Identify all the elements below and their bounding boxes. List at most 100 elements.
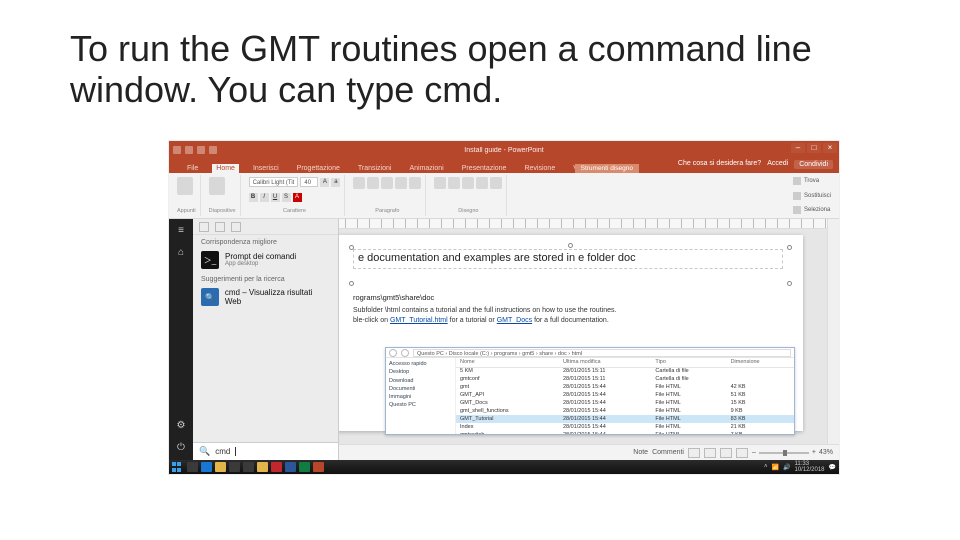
system-tray[interactable]: ˄ 📶 🔊 11:33 10/12/2018 💬 bbox=[764, 461, 836, 473]
contextual-tab-drawing-tools[interactable]: Strumenti disegno bbox=[575, 164, 639, 173]
share-button[interactable]: Condividi bbox=[794, 160, 833, 169]
ribbon-paragraph[interactable]: Paragrafo bbox=[349, 175, 426, 216]
resize-handle[interactable] bbox=[349, 281, 354, 286]
resize-handle[interactable] bbox=[787, 281, 792, 286]
tab-animations[interactable]: Animazioni bbox=[405, 164, 447, 173]
align-right-icon[interactable] bbox=[409, 177, 421, 189]
rotate-handle[interactable] bbox=[568, 243, 573, 248]
power-icon[interactable]: ⏻ bbox=[175, 442, 187, 454]
slideshow-view-icon[interactable] bbox=[736, 448, 748, 458]
notes-button[interactable]: Note bbox=[633, 449, 648, 456]
tab-transitions[interactable]: Transizioni bbox=[354, 164, 396, 173]
file-explorer-icon[interactable] bbox=[215, 462, 226, 472]
forward-button[interactable] bbox=[401, 349, 409, 357]
bold-icon[interactable]: B bbox=[249, 193, 258, 202]
start-search-box[interactable]: 🔍 cmd bbox=[193, 442, 338, 460]
window-controls[interactable]: – □ × bbox=[791, 143, 837, 153]
tab-file[interactable]: File bbox=[183, 164, 202, 173]
tell-me[interactable]: Che cosa si desidera fare? bbox=[678, 160, 761, 169]
home-icon[interactable]: ⌂ bbox=[175, 247, 187, 259]
edge-icon[interactable] bbox=[201, 462, 212, 472]
normal-view-icon[interactable] bbox=[688, 448, 700, 458]
back-button[interactable] bbox=[389, 349, 397, 357]
inner-slide-title-textbox[interactable]: e documentation and examples are stored … bbox=[353, 249, 783, 269]
align-left-icon[interactable] bbox=[381, 177, 393, 189]
search-filters[interactable] bbox=[193, 219, 338, 235]
volume-icon[interactable]: 🔊 bbox=[783, 464, 790, 471]
shapes-icon[interactable] bbox=[434, 177, 446, 189]
sorter-view-icon[interactable] bbox=[704, 448, 716, 458]
ribbon-tabs[interactable]: File Home Inserisci Progettazione Transi… bbox=[169, 159, 839, 173]
table-row[interactable]: gmt_shell_functions28/01/2015 15:44File … bbox=[456, 407, 794, 415]
bullets-icon[interactable] bbox=[353, 177, 365, 189]
ribbon-drawing[interactable]: Disegno bbox=[430, 175, 507, 216]
result-cmd-app[interactable]: ＞_ Prompt dei comandi App desktop bbox=[193, 248, 338, 272]
nav-item[interactable]: Questo PC bbox=[389, 401, 452, 409]
strike-icon[interactable]: S bbox=[282, 193, 291, 202]
tab-slideshow[interactable]: Presentazione bbox=[458, 164, 511, 173]
filter-apps-icon[interactable] bbox=[199, 222, 209, 232]
taskview-icon[interactable] bbox=[187, 462, 198, 472]
arrange-icon[interactable] bbox=[448, 177, 460, 189]
nav-item[interactable]: Accesso rapido bbox=[389, 360, 452, 368]
resize-handle[interactable] bbox=[787, 245, 792, 250]
reading-view-icon[interactable] bbox=[720, 448, 732, 458]
explorer-running-icon[interactable] bbox=[257, 462, 268, 472]
nav-item[interactable]: Immagini bbox=[389, 393, 452, 401]
shape-outline-icon[interactable] bbox=[490, 177, 502, 189]
start-rail[interactable]: ≡ ⌂ ⚙ ⏻ bbox=[169, 219, 193, 460]
filter-web-icon[interactable] bbox=[231, 222, 241, 232]
maximize-button[interactable]: □ bbox=[807, 143, 821, 153]
font-size-select[interactable]: 40 bbox=[300, 177, 318, 187]
replace-icon[interactable] bbox=[793, 192, 801, 200]
store-icon[interactable] bbox=[229, 462, 240, 472]
start-search-results[interactable]: Corrispondenza migliore ＞_ Prompt dei co… bbox=[193, 219, 339, 460]
signin[interactable]: Accedi bbox=[767, 160, 788, 169]
menu-icon[interactable]: ≡ bbox=[175, 225, 187, 237]
table-row[interactable]: gmt28/01/2015 15:44File HTML42 KB bbox=[456, 383, 794, 391]
nav-item[interactable]: Documenti bbox=[389, 385, 452, 393]
table-row[interactable]: GMT_Tutorial28/01/2015 15:44File HTML83 … bbox=[456, 415, 794, 423]
decrease-font-icon[interactable]: a bbox=[331, 178, 340, 187]
font-name-select[interactable]: Calibri Light (Tit bbox=[249, 177, 299, 187]
paste-icon[interactable] bbox=[177, 177, 193, 195]
table-row[interactable]: 5 KM28/01/2015 15:11Cartella di file bbox=[456, 367, 794, 375]
excel-icon[interactable] bbox=[299, 462, 310, 472]
table-row[interactable]: gmtswitch28/01/2015 15:44File HTML7 KB bbox=[456, 431, 794, 434]
comments-button[interactable]: Commenti bbox=[652, 449, 684, 456]
find-icon[interactable] bbox=[793, 177, 801, 185]
tab-review[interactable]: Revisione bbox=[520, 164, 559, 173]
tab-design[interactable]: Progettazione bbox=[293, 164, 344, 173]
start-button[interactable] bbox=[172, 462, 184, 472]
ribbon-font[interactable]: Calibri Light (Tit 40 A a B I U S A Cara… bbox=[245, 175, 346, 216]
action-center-icon[interactable]: 💬 bbox=[829, 464, 836, 471]
table-row[interactable]: Index28/01/2015 15:44File HTML21 KB bbox=[456, 423, 794, 431]
word-icon[interactable] bbox=[285, 462, 296, 472]
settings-icon[interactable]: ⚙ bbox=[175, 420, 187, 432]
windows-taskbar[interactable]: ˄ 📶 🔊 11:33 10/12/2018 💬 bbox=[169, 460, 839, 474]
link-gmt-tutorial[interactable]: GMT_Tutorial.html bbox=[390, 317, 448, 324]
clock[interactable]: 11:33 10/12/2018 bbox=[794, 461, 824, 473]
powerpoint-icon[interactable] bbox=[313, 462, 324, 472]
quick-styles-icon[interactable] bbox=[462, 177, 474, 189]
ribbon-editing[interactable]: Trova Sostituisci Seleziona bbox=[789, 175, 835, 216]
zoom-slider[interactable]: –+ 43% bbox=[752, 449, 833, 456]
explorer-titlebar[interactable]: Questo PC › Disco locale (C:) › programs… bbox=[386, 348, 794, 358]
table-row[interactable]: gmtconf28/01/2015 15:11Cartella di file bbox=[456, 375, 794, 383]
new-slide-icon[interactable] bbox=[209, 177, 225, 195]
minimize-button[interactable]: – bbox=[791, 143, 805, 153]
filter-docs-icon[interactable] bbox=[215, 222, 225, 232]
vertical-scrollbar[interactable] bbox=[827, 219, 839, 444]
mail-icon[interactable] bbox=[243, 462, 254, 472]
nav-item[interactable]: Desktop bbox=[389, 368, 452, 376]
ribbon[interactable]: Appunti Diapositive Calibri Light (Tit 4… bbox=[169, 173, 839, 219]
underline-icon[interactable]: U bbox=[271, 193, 280, 202]
network-icon[interactable]: 📶 bbox=[772, 464, 779, 471]
breadcrumb[interactable]: Questo PC › Disco locale (C:) › programs… bbox=[413, 349, 791, 357]
ribbon-slides[interactable]: Diapositive bbox=[205, 175, 241, 216]
explorer-file-list[interactable]: Nome Ultima modifica Tipo Dimensione 5 K… bbox=[456, 358, 794, 434]
nav-item[interactable]: Download bbox=[389, 377, 452, 385]
select-icon[interactable] bbox=[793, 206, 801, 214]
result-cmd-web[interactable]: 🔍 cmd – Visualizza risultati Web bbox=[193, 285, 338, 309]
increase-font-icon[interactable]: A bbox=[320, 178, 329, 187]
